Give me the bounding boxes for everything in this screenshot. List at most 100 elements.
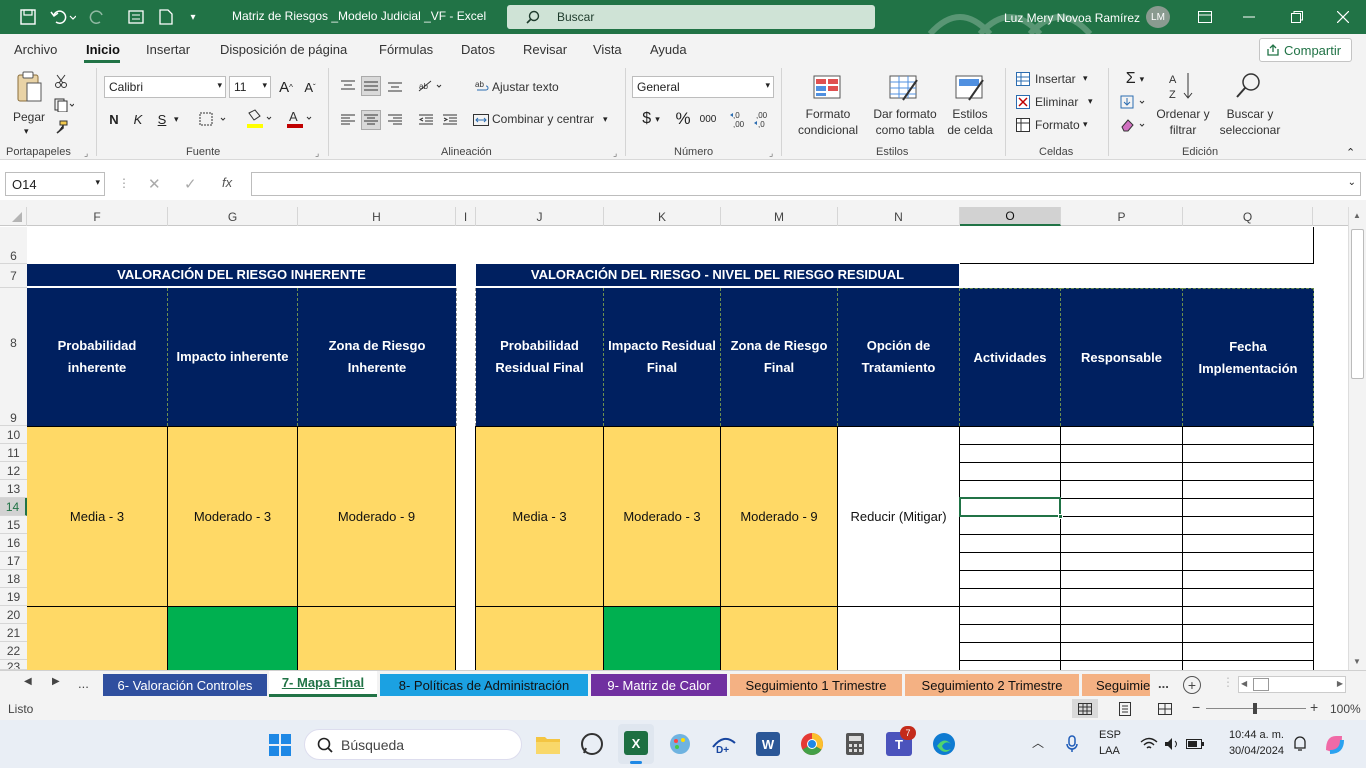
col-header-o[interactable]: O: [960, 207, 1061, 226]
row-header-8[interactable]: 8: [0, 288, 27, 398]
cell-block2-h[interactable]: [298, 606, 456, 670]
vertical-scrollbar[interactable]: ▲ ▼: [1348, 207, 1366, 670]
dialog-launcher-icon[interactable]: ⌟: [84, 148, 88, 159]
cell-block2-j[interactable]: [476, 606, 604, 670]
print-preview-icon[interactable]: [156, 8, 176, 26]
chevron-down-icon[interactable]: ▾: [603, 114, 608, 125]
zoom-in-icon[interactable]: +: [1310, 699, 1318, 715]
cell-styles-label[interactable]: Estilos de celda: [944, 106, 996, 138]
menu-formulas[interactable]: Fórmulas: [379, 42, 433, 57]
collapse-ribbon-icon[interactable]: ⌃: [1346, 146, 1355, 159]
menu-disposicion[interactable]: Disposición de página: [220, 42, 347, 57]
cell-block2-m[interactable]: [721, 606, 838, 670]
select-all-button[interactable]: [0, 207, 27, 226]
zoom-level[interactable]: 100%: [1330, 702, 1361, 716]
insert-cells-icon[interactable]: [1015, 71, 1031, 87]
taskbar-search[interactable]: Búsqueda: [304, 729, 522, 760]
increase-font-icon[interactable]: A ^: [276, 78, 296, 96]
wrap-text-label[interactable]: Ajustar texto: [492, 80, 559, 94]
ribbon-display-icon[interactable]: [1196, 9, 1214, 25]
format-label[interactable]: Formato: [1035, 118, 1080, 132]
row-header-20[interactable]: 20: [0, 606, 27, 624]
customize-qat-icon[interactable]: ▾: [186, 8, 200, 26]
cell-zona-final[interactable]: Moderado - 9: [721, 426, 838, 606]
tab-seguimiento-2[interactable]: Seguimiento 2 Trimestre: [905, 674, 1079, 696]
autosum-icon[interactable]: Σ ▾: [1118, 70, 1152, 88]
dialog-launcher-icon[interactable]: ⌟: [613, 148, 617, 159]
horizontal-scrollbar[interactable]: ◀ ▶: [1238, 676, 1346, 693]
chevron-down-icon[interactable]: ▾: [1083, 73, 1088, 84]
cell-block2-g[interactable]: [168, 606, 298, 670]
more-options-icon[interactable]: ⋮: [118, 176, 130, 190]
page-break-icon[interactable]: [1154, 699, 1176, 718]
enter-icon[interactable]: ✓: [184, 175, 197, 193]
sort-filter-icon[interactable]: AZ: [1166, 70, 1200, 102]
chrome-icon[interactable]: [800, 732, 824, 756]
font-color-icon[interactable]: A: [284, 108, 314, 130]
clock-time[interactable]: 10:44 a. m.: [1222, 729, 1284, 741]
tab-matriz-calor[interactable]: 9- Matriz de Calor: [591, 674, 727, 696]
expand-formula-icon[interactable]: ⌄: [1348, 177, 1356, 188]
menu-vista[interactable]: Vista: [593, 42, 622, 57]
calculator-icon[interactable]: [844, 732, 866, 756]
row-header-11[interactable]: 11: [0, 444, 27, 462]
page-layout-icon[interactable]: [1114, 699, 1136, 718]
scroll-left-icon[interactable]: ◀: [1241, 679, 1247, 688]
col-header-m[interactable]: M: [721, 207, 838, 226]
thousands-button[interactable]: 000: [697, 108, 719, 130]
decrease-indent-icon[interactable]: [416, 110, 436, 130]
zoom-slider-thumb[interactable]: [1253, 703, 1257, 714]
borders-icon[interactable]: [198, 110, 228, 128]
menu-revisar[interactable]: Revisar: [523, 42, 567, 57]
insert-label[interactable]: Insertar: [1035, 72, 1076, 86]
wifi-icon[interactable]: [1140, 735, 1158, 753]
word-icon[interactable]: W: [756, 732, 780, 756]
form-icon[interactable]: [126, 8, 146, 26]
tab-prev-icon[interactable]: ◀: [24, 676, 32, 687]
delete-cells-icon[interactable]: [1015, 94, 1031, 110]
menu-ayuda[interactable]: Ayuda: [650, 42, 687, 57]
formula-input[interactable]: ⌄: [251, 172, 1361, 196]
row-header-10[interactable]: 10: [0, 426, 27, 444]
row-header-16[interactable]: 16: [0, 534, 27, 552]
col-header-n[interactable]: N: [838, 207, 960, 226]
bold-button[interactable]: N: [106, 110, 122, 128]
normal-view-icon[interactable]: [1072, 699, 1098, 718]
col-header-i[interactable]: I: [456, 207, 476, 226]
tab-ellipsis-left[interactable]: ...: [78, 676, 89, 691]
windows-start-icon[interactable]: [268, 733, 292, 757]
clear-icon[interactable]: [1118, 116, 1152, 134]
cell-zona-inherente[interactable]: Moderado - 9: [298, 426, 456, 606]
align-middle-icon[interactable]: [361, 76, 381, 96]
underline-button[interactable]: S: [154, 110, 170, 128]
tab-seguimiento-1[interactable]: Seguimiento 1 Trimestre: [730, 674, 902, 696]
currency-button[interactable]: $ ▾: [636, 108, 666, 130]
cell-impacto-residual[interactable]: Moderado - 3: [604, 426, 721, 606]
lang-secondary[interactable]: LAA: [1099, 745, 1120, 757]
delete-label[interactable]: Eliminar: [1035, 95, 1078, 109]
tab-politicas[interactable]: 8- Políticas de Administración: [380, 674, 588, 696]
col-header-p[interactable]: P: [1061, 207, 1183, 226]
decrease-font-icon[interactable]: Aˇ: [300, 78, 320, 96]
sort-filter-label[interactable]: Ordenar y filtrar: [1152, 106, 1214, 138]
row-header-22[interactable]: 22: [0, 642, 27, 660]
row-header-12[interactable]: 12: [0, 462, 27, 480]
wrap-text-icon[interactable]: ab: [474, 76, 490, 96]
cancel-icon[interactable]: ✕: [148, 175, 161, 193]
row-header-17[interactable]: 17: [0, 552, 27, 570]
find-select-label[interactable]: Buscar y seleccionar: [1210, 106, 1290, 138]
align-left-icon[interactable]: [338, 110, 358, 130]
undo-icon[interactable]: [48, 8, 78, 26]
number-format-box[interactable]: General ▾: [632, 76, 774, 98]
align-top-icon[interactable]: [338, 76, 358, 96]
insert-function-icon[interactable]: fx: [222, 175, 232, 190]
file-explorer-icon[interactable]: [536, 732, 560, 756]
format-painter-icon[interactable]: [52, 118, 70, 136]
format-cells-icon[interactable]: [1015, 117, 1031, 133]
scroll-thumb[interactable]: [1351, 229, 1364, 379]
col-header-g[interactable]: G: [168, 207, 298, 226]
dialog-launcher-icon[interactable]: ⌟: [769, 148, 773, 159]
whatsapp-icon[interactable]: [580, 732, 604, 756]
italic-button[interactable]: K: [130, 110, 146, 128]
paste-button[interactable]: Pegar ▾: [10, 70, 48, 140]
